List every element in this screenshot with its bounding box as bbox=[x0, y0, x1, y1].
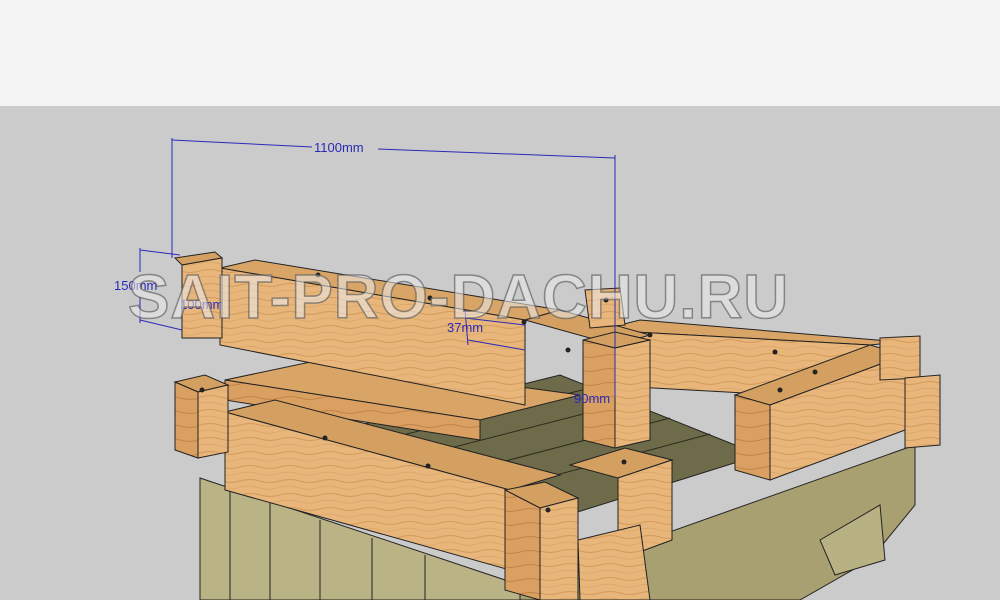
dimension-length-label: 1100mm bbox=[314, 140, 364, 155]
front-left-post bbox=[173, 374, 230, 459]
dimension-post-label: 90mm bbox=[574, 391, 611, 406]
watermark-text: SAIT-PRO-DACHU.RU bbox=[127, 262, 790, 333]
sketchup-viewport: 1100mm 150mm 100mm 37mm 90mm SAIT-PRO-DA… bbox=[0, 0, 1000, 600]
